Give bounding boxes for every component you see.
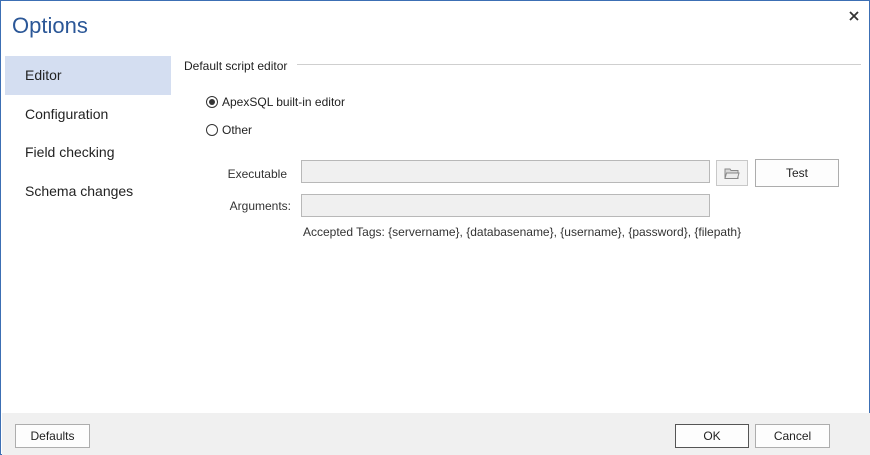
radio-circle-selected (206, 96, 218, 108)
group-label-default-script-editor: Default script editor (184, 59, 288, 73)
executable-label: Executable (227, 167, 287, 181)
sidebar: Editor Configuration Field checking Sche… (5, 56, 171, 210)
close-icon (849, 11, 859, 21)
radio-other-label: Other (222, 123, 253, 137)
executable-input[interactable] (301, 160, 710, 183)
radio-builtin-editor[interactable]: ApexSQL built-in editor (206, 95, 345, 109)
browse-button[interactable] (716, 160, 748, 186)
sidebar-item-field-checking[interactable]: Field checking (5, 133, 171, 172)
radio-dot (209, 99, 215, 105)
close-button[interactable] (847, 9, 861, 23)
group-divider (297, 64, 861, 65)
arguments-input[interactable] (301, 194, 710, 217)
sidebar-item-configuration[interactable]: Configuration (5, 95, 171, 134)
folder-open-icon (724, 168, 740, 179)
radio-circle-unselected (206, 124, 218, 136)
radio-builtin-label: ApexSQL built-in editor (222, 95, 345, 109)
accepted-tags-text: Accepted Tags: {servername}, {databasena… (303, 225, 742, 239)
ok-button[interactable]: OK (675, 424, 749, 448)
test-button[interactable]: Test (755, 159, 839, 187)
arguments-label: Arguments: (229, 199, 291, 213)
options-dialog: Options Editor Configuration Field check… (0, 0, 870, 455)
sidebar-item-schema-changes[interactable]: Schema changes (5, 172, 171, 211)
sidebar-item-editor[interactable]: Editor (5, 56, 171, 95)
radio-other-editor[interactable]: Other (206, 123, 252, 137)
defaults-button[interactable]: Defaults (15, 424, 90, 448)
cancel-button[interactable]: Cancel (755, 424, 830, 448)
dialog-title: Options (12, 13, 88, 38)
